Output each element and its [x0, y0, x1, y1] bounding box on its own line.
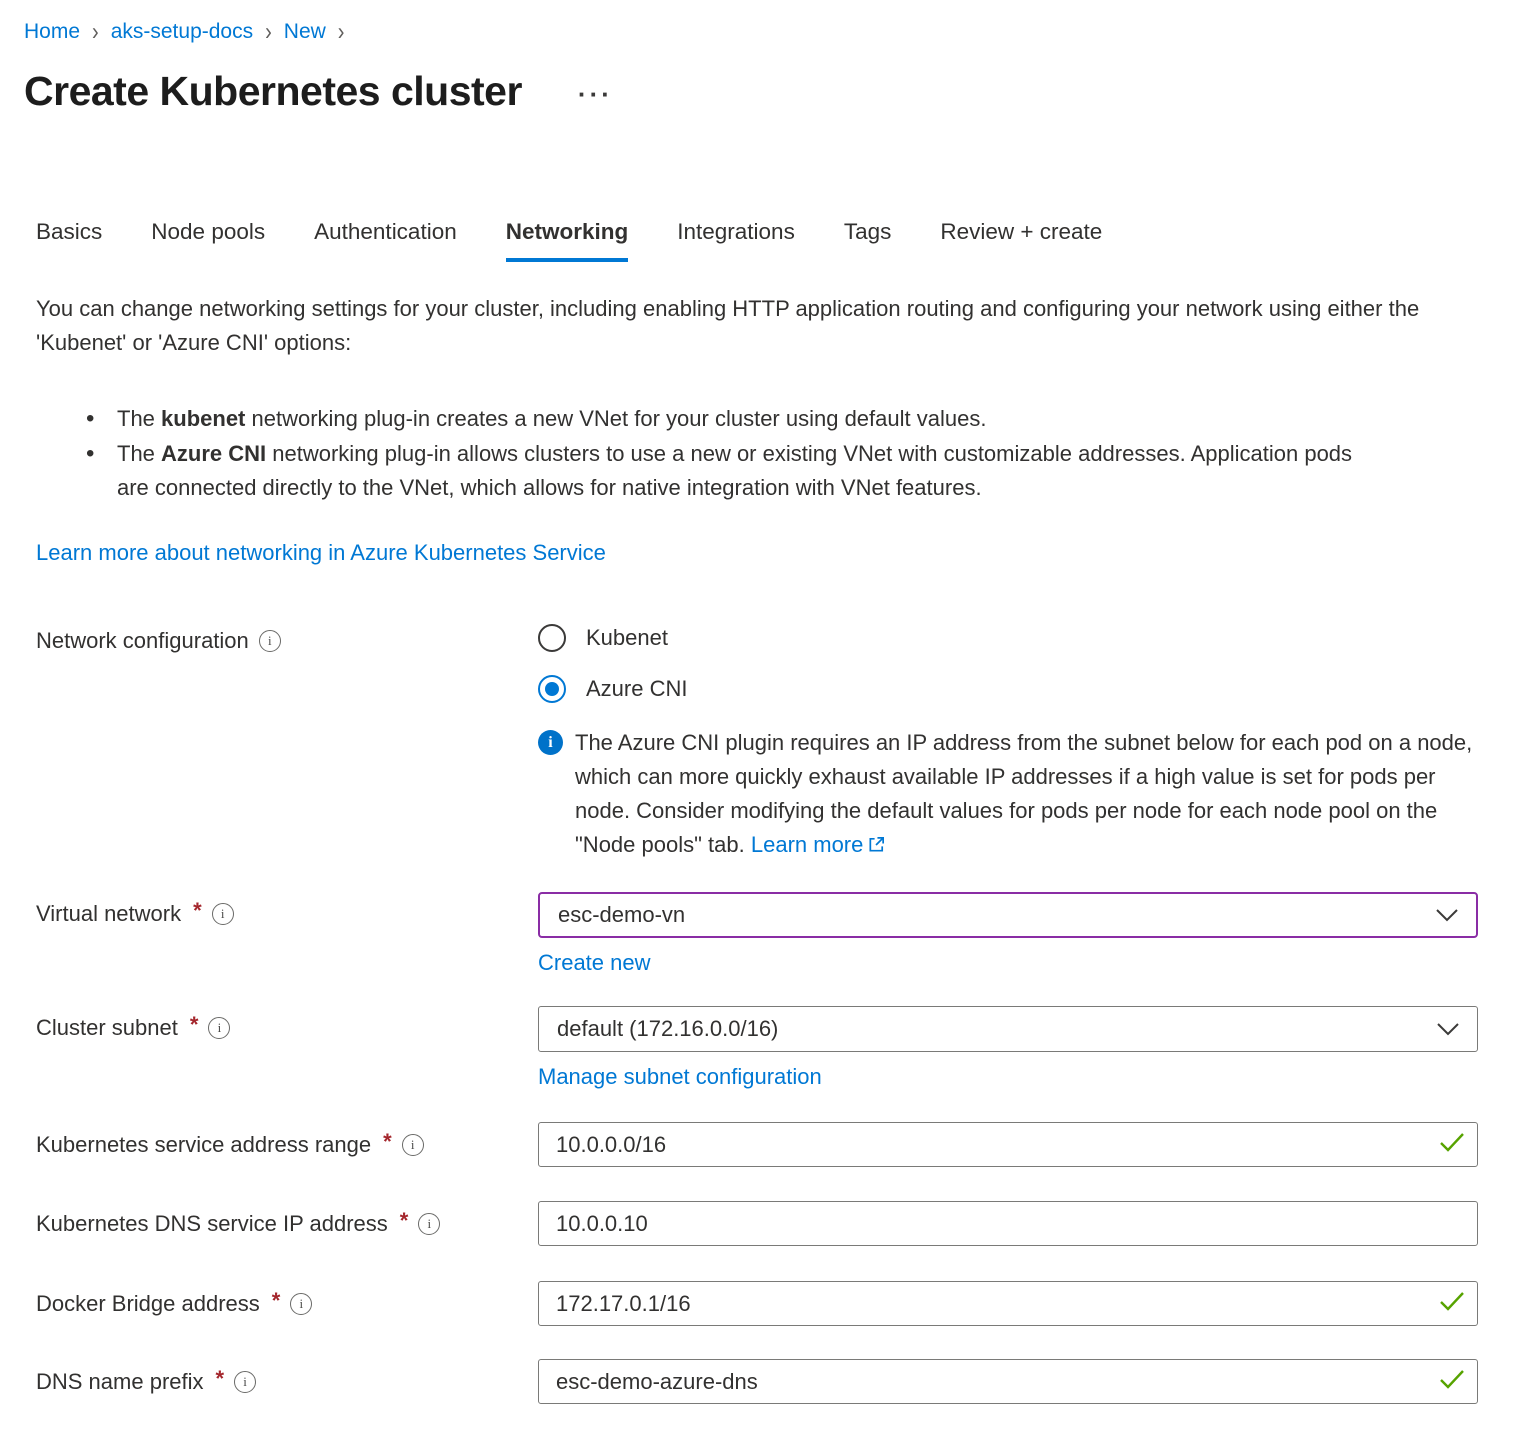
virtual-network-control: esc-demo-vn Create new	[538, 892, 1478, 976]
info-icon[interactable]: i	[208, 1017, 230, 1039]
valid-check-icon	[1439, 1369, 1465, 1395]
service-address-range-label: Kubernetes service address range	[36, 1132, 371, 1158]
more-actions-icon[interactable]: ···	[578, 79, 613, 110]
dns-name-prefix-label: DNS name prefix	[36, 1369, 204, 1395]
radio-azure-cni[interactable]: Azure CNI	[538, 675, 1478, 703]
breadcrumb-separator-icon: ›	[338, 18, 345, 47]
bullet-kubenet: The kubenet networking plug-in creates a…	[36, 402, 1366, 436]
docker-bridge-input[interactable]	[538, 1281, 1478, 1326]
azure-cni-notice: i The Azure CNI plugin requires an IP ad…	[538, 726, 1478, 864]
breadcrumb-separator-icon: ›	[265, 18, 272, 47]
docker-bridge-label: Docker Bridge address	[36, 1291, 260, 1317]
tab-node-pools[interactable]: Node pools	[151, 219, 265, 262]
cluster-subnet-control: default (172.16.0.0/16) Manage subnet co…	[538, 1006, 1478, 1090]
tab-bar: Basics Node pools Authentication Network…	[36, 219, 1516, 262]
dns-service-ip-label: Kubernetes DNS service IP address	[36, 1211, 388, 1237]
tab-tags[interactable]: Tags	[844, 219, 892, 262]
network-configuration-label: Network configuration	[36, 628, 249, 654]
network-configuration-options: Kubenet Azure CNI i The Azure CNI plugin…	[538, 624, 1478, 864]
tab-networking[interactable]: Networking	[506, 219, 629, 262]
cluster-subnet-label-cell: Cluster subnet * i	[36, 1015, 538, 1041]
create-new-vnet-link[interactable]: Create new	[538, 950, 651, 976]
dns-name-prefix-row: DNS name prefix * i	[36, 1359, 1516, 1404]
chevron-down-icon	[1437, 1016, 1459, 1042]
azure-cni-notice-text: The Azure CNI plugin requires an IP addr…	[575, 730, 1472, 857]
radio-kubenet-label: Kubenet	[586, 625, 668, 651]
info-icon[interactable]: i	[212, 903, 234, 925]
required-asterisk: *	[272, 1288, 281, 1314]
virtual-network-dropdown[interactable]: esc-demo-vn	[538, 892, 1478, 938]
dns-service-ip-control	[538, 1201, 1478, 1246]
cluster-subnet-row: Cluster subnet * i default (172.16.0.0/1…	[36, 1006, 1516, 1090]
docker-bridge-control	[538, 1281, 1478, 1326]
radio-kubenet[interactable]: Kubenet	[538, 624, 1478, 652]
info-icon[interactable]: i	[290, 1293, 312, 1315]
cluster-subnet-label: Cluster subnet	[36, 1015, 178, 1041]
chevron-down-icon	[1436, 902, 1458, 928]
tab-review-create[interactable]: Review + create	[940, 219, 1102, 262]
required-asterisk: *	[400, 1208, 409, 1234]
breadcrumb-separator-icon: ›	[92, 18, 99, 47]
notice-learn-more-link[interactable]: Learn more	[751, 832, 864, 857]
required-asterisk: *	[383, 1129, 392, 1155]
cluster-subnet-dropdown[interactable]: default (172.16.0.0/16)	[538, 1006, 1478, 1052]
valid-check-icon	[1439, 1132, 1465, 1158]
breadcrumb-aks-setup-docs[interactable]: aks-setup-docs	[111, 20, 253, 44]
info-icon[interactable]: i	[418, 1213, 440, 1235]
radio-button-icon[interactable]	[538, 624, 566, 652]
info-filled-icon: i	[538, 730, 563, 755]
service-address-range-input[interactable]	[538, 1122, 1478, 1167]
info-icon[interactable]: i	[402, 1134, 424, 1156]
tab-basics[interactable]: Basics	[36, 219, 102, 262]
required-asterisk: *	[193, 898, 202, 924]
service-address-range-control	[538, 1122, 1478, 1167]
required-asterisk: *	[190, 1012, 199, 1038]
plugin-bullet-list: The kubenet networking plug-in creates a…	[36, 402, 1366, 505]
breadcrumb: Home › aks-setup-docs › New ›	[24, 20, 1516, 44]
docker-bridge-row: Docker Bridge address * i	[36, 1281, 1516, 1326]
network-configuration-row: Network configuration i Kubenet Azure CN…	[36, 624, 1516, 864]
dns-name-prefix-input[interactable]	[538, 1359, 1478, 1404]
virtual-network-value: esc-demo-vn	[558, 902, 685, 928]
breadcrumb-home[interactable]: Home	[24, 20, 80, 44]
info-icon[interactable]: i	[234, 1371, 256, 1393]
virtual-network-row: Virtual network * i esc-demo-vn Create n…	[36, 892, 1516, 976]
info-icon[interactable]: i	[259, 630, 281, 652]
dns-service-ip-row: Kubernetes DNS service IP address * i	[36, 1201, 1516, 1246]
manage-subnet-configuration-link[interactable]: Manage subnet configuration	[538, 1064, 822, 1090]
tab-integrations[interactable]: Integrations	[677, 219, 795, 262]
cluster-subnet-value: default (172.16.0.0/16)	[557, 1016, 778, 1042]
valid-check-icon	[1439, 1291, 1465, 1317]
bullet-azure-cni: The Azure CNI networking plug-in allows …	[36, 437, 1366, 505]
learn-more-networking-link[interactable]: Learn more about networking in Azure Kub…	[36, 540, 606, 566]
dns-service-ip-input[interactable]	[538, 1201, 1478, 1246]
virtual-network-label: Virtual network	[36, 901, 181, 927]
radio-azure-cni-label: Azure CNI	[586, 676, 687, 702]
virtual-network-label-cell: Virtual network * i	[36, 901, 538, 927]
page-title: Create Kubernetes cluster	[24, 68, 522, 115]
dns-name-prefix-control	[538, 1359, 1478, 1404]
external-link-icon	[867, 830, 886, 864]
breadcrumb-new[interactable]: New	[284, 20, 326, 44]
network-configuration-label-cell: Network configuration i	[36, 628, 538, 654]
tab-authentication[interactable]: Authentication	[314, 219, 457, 262]
radio-button-icon[interactable]	[538, 675, 566, 703]
required-asterisk: *	[216, 1366, 225, 1392]
networking-description: You can change networking settings for y…	[36, 292, 1446, 360]
service-address-range-row: Kubernetes service address range * i	[36, 1122, 1516, 1167]
